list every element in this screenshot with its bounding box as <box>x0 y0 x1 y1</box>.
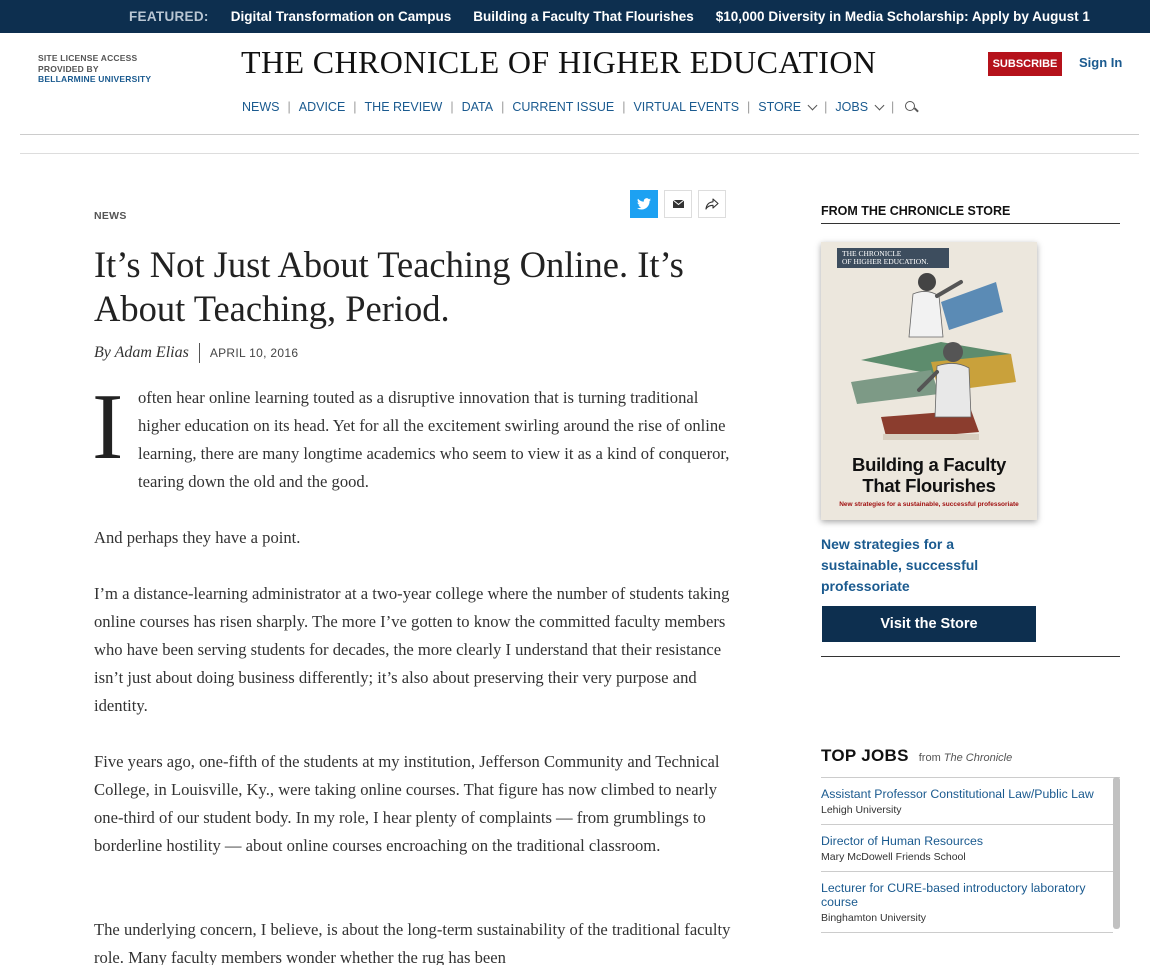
article-date: APRIL 10, 2016 <box>209 346 299 360</box>
nav-separator: | <box>450 100 454 114</box>
masthead-logo[interactable]: THE CHRONICLE OF HIGHER EDUCATION <box>241 44 876 81</box>
drop-cap: I <box>92 375 124 479</box>
top-jobs-title: TOP JOBS <box>821 746 909 765</box>
store-divider-bottom <box>821 656 1120 657</box>
license-line-2: PROVIDED BY <box>38 63 99 74</box>
featured-label: FEATURED: <box>129 9 209 24</box>
main-nav: NEWS | ADVICE | THE REVIEW | DATA | CURR… <box>242 97 918 117</box>
nav-advice[interactable]: ADVICE <box>299 100 346 114</box>
nav-virtual-events[interactable]: VIRTUAL EVENTS <box>633 100 739 114</box>
twitter-share-button[interactable] <box>630 190 658 218</box>
book-title-line-2: That Flourishes <box>862 475 996 496</box>
store-section-title: FROM THE CHRONICLE STORE <box>821 204 1011 218</box>
featured-link-scholarship[interactable]: $10,000 Diversity in Media Scholarship: … <box>716 9 1090 24</box>
share-bar <box>630 190 726 218</box>
visit-store-button[interactable]: Visit the Store <box>822 606 1036 642</box>
store-description-link[interactable]: New strategies for a sustainable, succes… <box>821 534 1011 597</box>
book-brand: THE CHRONICLE OF HIGHER EDUCATION. <box>837 248 949 268</box>
nav-separator: | <box>747 100 751 114</box>
job-listing[interactable]: Lecturer for CURE-based introductory lab… <box>821 872 1113 933</box>
email-share-button[interactable] <box>664 190 692 218</box>
nav-the-review[interactable]: THE REVIEW <box>365 100 443 114</box>
article-paragraph: Five years ago, one-fifth of the student… <box>94 752 720 855</box>
book-title-line-1: Building a Faculty <box>852 454 1006 475</box>
job-title[interactable]: Lecturer for CURE-based introductory lab… <box>821 881 1113 909</box>
search-icon[interactable] <box>904 100 918 114</box>
nav-jobs[interactable]: JOBS <box>835 100 885 114</box>
article-paragraph: I’m a distance-learning administrator at… <box>94 584 730 715</box>
nav-separator: | <box>622 100 626 114</box>
store-divider <box>821 223 1120 224</box>
article-paragraph: The underlying concern, I believe, is ab… <box>94 920 731 965</box>
job-employer: Mary McDowell Friends School <box>821 851 966 863</box>
email-icon <box>672 200 684 208</box>
nav-current-issue[interactable]: CURRENT ISSUE <box>512 100 614 114</box>
top-jobs-from: from <box>918 752 941 764</box>
nav-separator: | <box>353 100 357 114</box>
job-listing[interactable]: Assistant Professor Constitutional Law/P… <box>821 778 1113 825</box>
store-book-cover[interactable]: THE CHRONICLE OF HIGHER EDUCATION. Build… <box>821 242 1037 520</box>
header-divider-secondary <box>20 153 1139 154</box>
article-headline: It’s Not Just About Teaching Online. It’… <box>94 244 684 329</box>
subscribe-button[interactable]: SUBSCRIBE <box>988 52 1062 76</box>
license-line-1: SITE LICENSE ACCESS <box>38 53 138 63</box>
chevron-down-icon <box>874 100 885 110</box>
article-kicker[interactable]: NEWS <box>94 210 127 222</box>
article-byline: By Adam Elias APRIL 10, 2016 <box>94 343 298 363</box>
share-icon <box>705 198 719 210</box>
nav-news[interactable]: NEWS <box>242 100 280 114</box>
jobs-scrollbar[interactable] <box>1113 777 1120 929</box>
nav-separator: | <box>501 100 505 114</box>
featured-bar: FEATURED: Digital Transformation on Camp… <box>0 0 1150 33</box>
nav-jobs-label: JOBS <box>835 100 869 114</box>
top-jobs-header: TOP JOBS from The Chronicle <box>821 746 1012 766</box>
featured-link-building-faculty[interactable]: Building a Faculty That Flourishes <box>473 9 694 24</box>
job-listing[interactable]: Director of Human Resources Mary McDowel… <box>821 825 1113 872</box>
license-university: BELLARMINE UNIVERSITY <box>38 74 152 84</box>
nav-separator: | <box>287 100 291 114</box>
book-cover-illustration <box>851 273 1016 440</box>
featured-link-digital-transformation[interactable]: Digital Transformation on Campus <box>231 9 452 24</box>
more-share-button[interactable] <box>698 190 726 218</box>
job-title[interactable]: Assistant Professor Constitutional Law/P… <box>821 787 1113 801</box>
top-jobs-source: The Chronicle <box>943 752 1013 764</box>
article-paragraph: And perhaps they have a point. <box>94 528 301 547</box>
article-paragraph: often hear online learning touted as a d… <box>138 388 730 491</box>
job-title[interactable]: Director of Human Resources <box>821 834 1113 848</box>
sign-in-link[interactable]: Sign In <box>1079 55 1122 70</box>
nav-store[interactable]: STORE <box>758 100 818 114</box>
nav-data[interactable]: DATA <box>462 100 493 114</box>
header-divider <box>20 134 1139 135</box>
job-employer: Lehigh University <box>821 804 902 816</box>
nav-separator: | <box>824 100 828 114</box>
book-brand-line-2: OF HIGHER EDUCATION. <box>842 257 929 266</box>
nav-store-label: STORE <box>758 100 802 114</box>
article-author[interactable]: By Adam Elias <box>94 344 189 362</box>
top-jobs-list[interactable]: Assistant Professor Constitutional Law/P… <box>821 777 1120 965</box>
chevron-down-icon <box>807 100 818 110</box>
site-license-notice: SITE LICENSE ACCESS PROVIDED BY BELLARMI… <box>38 53 151 85</box>
twitter-icon <box>637 198 651 210</box>
nav-separator: | <box>891 100 895 114</box>
book-subtitle: New strategies for a sustainable, succes… <box>839 501 1019 508</box>
book-title: Building a Faculty That Flourishes <box>821 454 1037 496</box>
byline-divider <box>198 343 200 363</box>
job-employer: Binghamton University <box>821 912 927 924</box>
